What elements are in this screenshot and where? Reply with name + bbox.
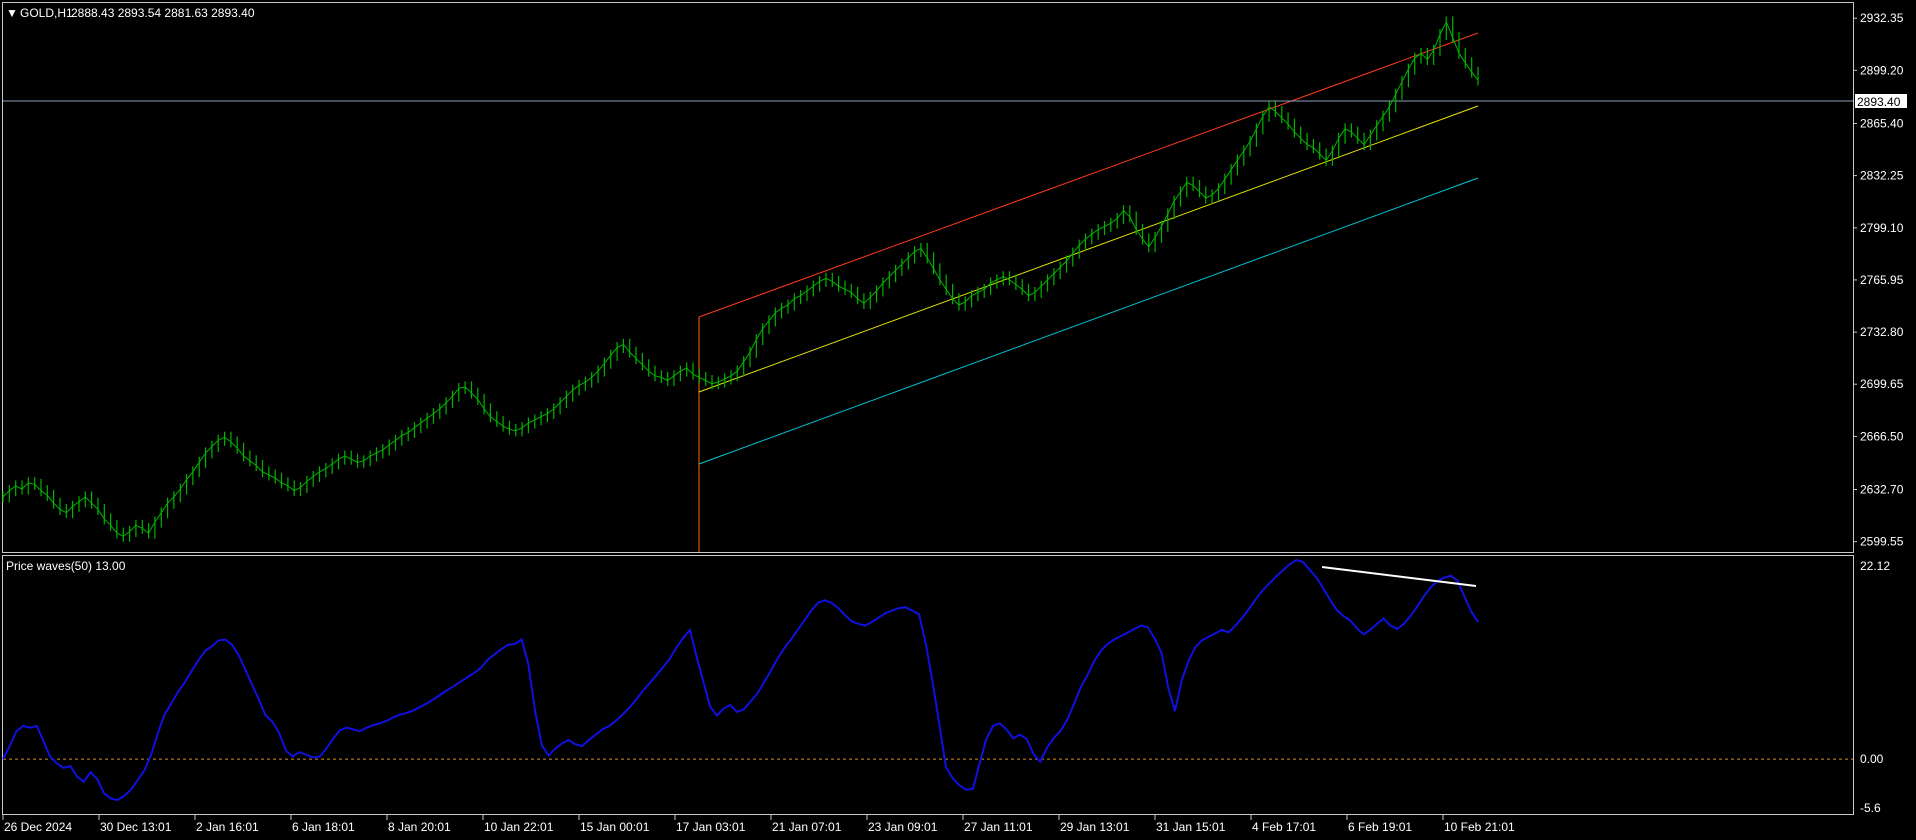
- channel-lower-line[interactable]: [698, 177, 1479, 465]
- price-close-line: [2, 20, 1479, 537]
- price-axis-label: 2732.80: [1860, 325, 1904, 339]
- time-axis-label: 8 Jan 20:01: [388, 820, 451, 834]
- time-axis-label: 29 Jan 13:01: [1060, 820, 1130, 834]
- time-axis-label: 10 Jan 22:01: [484, 820, 554, 834]
- price-axis-label: 2865.40: [1860, 117, 1904, 131]
- time-axis-label: 30 Dec 13:01: [100, 820, 172, 834]
- price-axis-label: 2699.65: [1860, 377, 1904, 391]
- time-axis-label: 10 Feb 21:01: [1444, 820, 1515, 834]
- price-axis-label: 2799.10: [1860, 221, 1904, 235]
- time-axis-label: 2 Jan 16:01: [196, 820, 259, 834]
- indicator-panel-border: [2, 555, 1854, 815]
- price-axis-label: 2832.25: [1860, 169, 1904, 183]
- price-axis-label: 2899.20: [1860, 63, 1904, 77]
- time-axis[interactable]: 26 Dec 2024 30 Dec 13:01 2 Jan 16:01 6 Jan …: [2, 815, 1515, 834]
- price-axis-label: 2599.55: [1860, 535, 1904, 549]
- price-axis[interactable]: 2932.35 2899.20 2865.40 2832.25 2799.10 2765.…: [1853, 11, 1904, 549]
- price-axis-label: 2666.50: [1860, 429, 1904, 443]
- channel-middle-line[interactable]: [698, 105, 1479, 393]
- time-axis-label: 26 Dec 2024: [4, 820, 72, 834]
- indicator-axis-label: 22.12: [1860, 559, 1890, 573]
- indicator-axis-label: -5.6: [1860, 801, 1881, 815]
- time-axis-label: 27 Jan 11:01: [964, 820, 1033, 834]
- time-axis-label: 31 Jan 15:01: [1156, 820, 1226, 834]
- time-axis-label: 23 Jan 09:01: [868, 820, 938, 834]
- indicator-label: Price waves(50) 13.00: [6, 559, 126, 573]
- price-series-gold-h1: [2, 16, 1479, 542]
- symbol-dropdown-icon[interactable]: ▼: [6, 6, 18, 20]
- main-panel-border: [2, 2, 1854, 553]
- time-axis-label: 15 Jan 00:01: [580, 820, 650, 834]
- current-price-value: 2893.40: [1857, 95, 1901, 109]
- chart-canvas[interactable]: ▼ GOLD,H1 2888.43 2893.54 2881.63 2893.4…: [0, 0, 1916, 840]
- price-axis-label: 2932.35: [1860, 11, 1904, 25]
- symbol-label: GOLD,H1: [20, 6, 73, 20]
- time-axis-label: 6 Feb 19:01: [1348, 820, 1412, 834]
- time-axis-label: 4 Feb 17:01: [1252, 820, 1316, 834]
- price-axis-label: 2765.95: [1860, 273, 1904, 287]
- indicator-series-price-waves: [2, 559, 1479, 802]
- time-axis-label: 17 Jan 03:01: [676, 820, 746, 834]
- ohlc-values: 2888.43 2893.54 2881.63 2893.40: [71, 6, 255, 20]
- channel-upper-line[interactable]: [698, 32, 1479, 318]
- indicator-axis[interactable]: 22.12 0.00 -5.6: [1860, 559, 1890, 815]
- time-axis-label: 6 Jan 18:01: [292, 820, 355, 834]
- indicator-axis-label: 0.00: [1860, 752, 1884, 766]
- trading-chart-window[interactable]: ▼ GOLD,H1 2888.43 2893.54 2881.63 2893.4…: [0, 0, 1916, 840]
- time-axis-label: 21 Jan 07:01: [772, 820, 842, 834]
- regression-channel[interactable]: [698, 32, 1479, 552]
- price-axis-label: 2632.70: [1860, 483, 1904, 497]
